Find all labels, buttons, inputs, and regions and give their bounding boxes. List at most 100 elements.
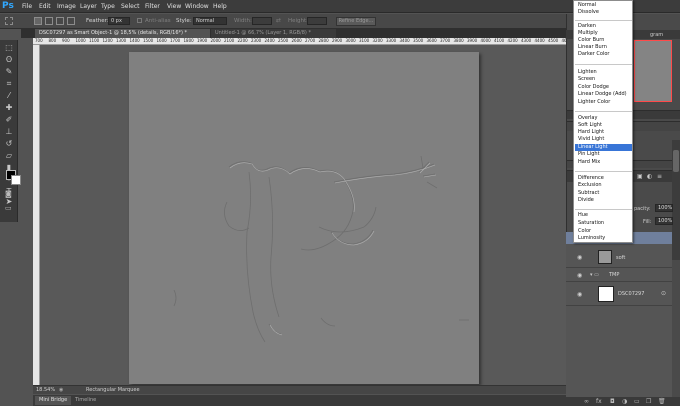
- ruler-tick-label: 3600: [426, 38, 437, 43]
- menu-filter[interactable]: Filter: [145, 2, 160, 11]
- lasso-tool-icon[interactable]: ʘ: [4, 55, 14, 65]
- menu-image[interactable]: Image: [57, 2, 76, 11]
- eraser-icon[interactable]: ▱: [4, 151, 14, 161]
- blend-exclusion[interactable]: Exclusion: [578, 182, 633, 189]
- menu-select[interactable]: Select: [121, 2, 140, 11]
- histogram-tab-label[interactable]: gram: [650, 32, 663, 38]
- status-info-icon[interactable]: ◉: [59, 387, 63, 394]
- ruler-tick-label: 3800: [453, 38, 464, 43]
- blend-screen[interactable]: Screen: [578, 76, 633, 83]
- layer-name: soft: [616, 255, 626, 261]
- blend-vivid-light[interactable]: Vivid Light: [578, 136, 633, 143]
- link-layers-icon[interactable]: ∞: [584, 398, 589, 405]
- adjustment-layer-icon[interactable]: ◑: [622, 398, 627, 405]
- visibility-eye-icon[interactable]: ◉: [577, 272, 582, 279]
- add-selection-icon[interactable]: [45, 17, 53, 25]
- trash-icon[interactable]: 🗑: [658, 398, 666, 405]
- marquee-preset-icon[interactable]: [5, 17, 13, 25]
- smart-object-icon: ⊙: [661, 290, 667, 297]
- blend-darken[interactable]: Darken: [578, 23, 633, 30]
- blend-darker-color[interactable]: Darker Color: [578, 51, 633, 58]
- blend-dissolve[interactable]: Dissolve: [578, 9, 633, 16]
- menu-view[interactable]: View: [167, 2, 181, 11]
- blend-pin-light[interactable]: Pin Light: [578, 151, 633, 158]
- ruler-tick-label: 2200: [237, 38, 248, 43]
- tab-timeline[interactable]: Timeline: [71, 396, 100, 405]
- opacity-input[interactable]: 100%: [655, 204, 673, 212]
- marquee-tool-icon[interactable]: ⬚: [4, 43, 14, 53]
- clone-stamp-icon[interactable]: ⊥: [4, 127, 14, 137]
- blend-hard-light[interactable]: Hard Light: [578, 129, 633, 136]
- brush-tool-icon[interactable]: ✐: [4, 115, 14, 125]
- blend-linear-dodge[interactable]: Linear Dodge (Add): [578, 91, 633, 98]
- navigator-thumbnail[interactable]: [634, 40, 672, 102]
- layer-row-dsc07297[interactable]: ◉ DSC07297 ⊙: [566, 282, 672, 306]
- blend-hue[interactable]: Hue: [578, 212, 633, 219]
- menu-type[interactable]: Type: [101, 2, 115, 11]
- new-group-icon[interactable]: ▭: [634, 398, 640, 405]
- new-selection-icon[interactable]: [34, 17, 42, 25]
- blend-saturation[interactable]: Saturation: [578, 220, 633, 227]
- panel-scrollbar-thumb[interactable]: [673, 150, 679, 172]
- blend-lighten[interactable]: Lighten: [578, 69, 633, 76]
- feather-input[interactable]: 0 px: [108, 17, 130, 25]
- tab-mini-bridge[interactable]: Mini Bridge: [35, 396, 72, 405]
- background-color-swatch[interactable]: [11, 175, 21, 185]
- zoom-level[interactable]: 18.54%: [36, 387, 55, 394]
- menu-window[interactable]: Window: [185, 2, 209, 11]
- blend-hard-mix[interactable]: Hard Mix: [578, 159, 633, 166]
- blend-lighter-color[interactable]: Lighter Color: [578, 99, 633, 106]
- menu-file[interactable]: File: [22, 2, 32, 11]
- filter-icon[interactable]: ◐: [647, 173, 652, 180]
- menu-layer[interactable]: Layer: [80, 2, 97, 11]
- refine-edge-button[interactable]: Refine Edge...: [336, 17, 376, 26]
- menu-help[interactable]: Help: [213, 2, 227, 11]
- swap-icon[interactable]: ⇄: [276, 17, 281, 24]
- blend-color-burn[interactable]: Color Burn: [578, 37, 633, 44]
- menu-separator: [575, 209, 632, 210]
- visibility-eye-icon[interactable]: ◉: [577, 291, 582, 298]
- lock-icon[interactable]: ▣: [637, 173, 643, 180]
- blend-divide[interactable]: Divide: [578, 197, 633, 204]
- height-input[interactable]: [307, 17, 327, 25]
- add-mask-icon[interactable]: ◘: [610, 398, 615, 405]
- ruler-tick-label: 3700: [440, 38, 451, 43]
- blend-overlay[interactable]: Overlay: [578, 115, 633, 122]
- style-select[interactable]: Normal: [193, 17, 227, 25]
- style-label: Style:: [176, 18, 192, 24]
- fill-input[interactable]: 100%: [655, 217, 673, 225]
- layer-row-tmp[interactable]: ◉ ▾ ▭ TMP: [566, 268, 672, 282]
- blend-linear-burn[interactable]: Linear Burn: [578, 44, 633, 51]
- ruler-tick-label: 1000: [75, 38, 86, 43]
- visibility-eye-icon[interactable]: ◉: [577, 254, 582, 261]
- antialias-checkbox[interactable]: [137, 18, 142, 23]
- quick-selection-icon[interactable]: ✎: [4, 67, 14, 77]
- blend-color-dodge[interactable]: Color Dodge: [578, 84, 633, 91]
- blend-multiply[interactable]: Multiply: [578, 30, 633, 37]
- healing-brush-icon[interactable]: ✚: [4, 103, 14, 113]
- tab-untitled-1[interactable]: Untitled-1 @ 66,7% (Layer 1, RGB/8) *: [211, 29, 336, 38]
- menu-edit[interactable]: Edit: [39, 2, 51, 11]
- quick-mask-icon[interactable]: ◙: [5, 190, 12, 198]
- new-layer-icon[interactable]: ❐: [646, 398, 651, 405]
- fx-icon[interactable]: fx: [596, 398, 602, 405]
- tab-dsc07297[interactable]: DSC07297 as Smart Object-1 @ 18,5% (deta…: [35, 29, 210, 38]
- blend-soft-light[interactable]: Soft Light: [578, 122, 633, 129]
- intersect-selection-icon[interactable]: [67, 17, 75, 25]
- history-brush-icon[interactable]: ↺: [4, 139, 14, 149]
- eyedropper-icon[interactable]: ⁄: [4, 91, 14, 101]
- width-input[interactable]: [252, 17, 272, 25]
- blend-subtract[interactable]: Subtract: [578, 190, 633, 197]
- screen-mode-icon[interactable]: ▭: [5, 204, 12, 212]
- folder-icon[interactable]: ▾ ▭: [590, 272, 599, 278]
- blend-color[interactable]: Color: [578, 228, 633, 235]
- panel-menu-icon[interactable]: ≡: [657, 173, 662, 180]
- document-canvas[interactable]: [129, 52, 479, 384]
- blend-luminosity[interactable]: Luminosity: [578, 235, 633, 242]
- subtract-selection-icon[interactable]: [56, 17, 64, 25]
- blend-linear-light[interactable]: Linear Light: [575, 144, 632, 151]
- blend-normal[interactable]: Normal: [578, 2, 633, 9]
- crop-tool-icon[interactable]: ⌗: [4, 79, 14, 89]
- layer-row-soft[interactable]: ◉ soft: [566, 246, 672, 268]
- blend-difference[interactable]: Difference: [578, 175, 633, 182]
